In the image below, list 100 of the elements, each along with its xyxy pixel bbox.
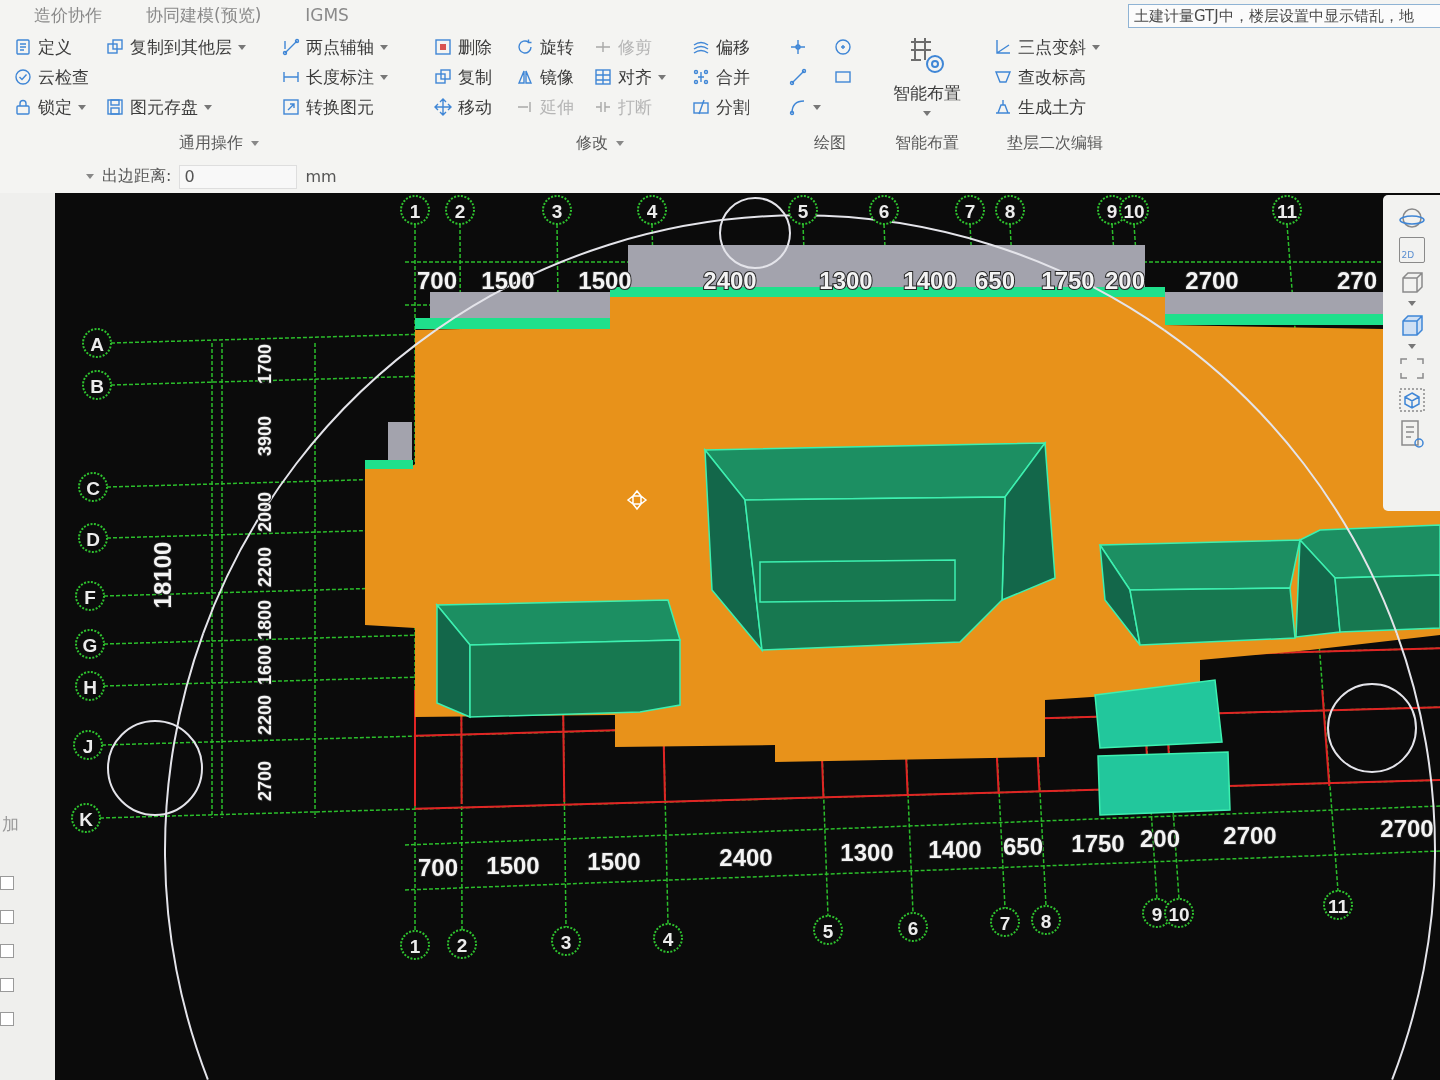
axis-bubble: A xyxy=(82,328,112,358)
axis-bubble: 3 xyxy=(551,926,581,956)
ribbon-button[interactable]: 转换图元 xyxy=(278,93,378,121)
group-label: 垫层二次编辑 xyxy=(1007,132,1103,154)
axis-bubble: K xyxy=(71,803,101,833)
document-icon xyxy=(14,38,32,56)
slab-edge xyxy=(365,460,413,469)
group-label: 绘图 xyxy=(814,132,846,154)
checkbox[interactable] xyxy=(0,876,14,890)
dimension-label: 650 xyxy=(975,267,1015,294)
orbit-icon[interactable] xyxy=(1397,205,1426,231)
checkbox[interactable] xyxy=(0,910,14,924)
dimension-label: 1700 xyxy=(255,344,275,384)
cube-frame-icon[interactable] xyxy=(1397,387,1426,413)
dimension-label: 1500 xyxy=(587,848,641,875)
ribbon-button[interactable]: 定义 xyxy=(10,33,76,61)
panel-label: 加 xyxy=(1,813,19,836)
dimension-label: 2200 xyxy=(255,547,275,587)
arc-icon xyxy=(789,98,807,116)
ribbon-button[interactable]: 偏移 xyxy=(688,33,754,61)
group-label: 通用操作 xyxy=(179,132,243,154)
dimension-label: 270 xyxy=(1337,267,1377,294)
save-icon xyxy=(106,98,124,116)
dimension-label: 200 xyxy=(1140,825,1180,852)
axis-bubble: 8 xyxy=(1031,905,1061,935)
checkbox[interactable] xyxy=(0,978,14,992)
crosshair-icon xyxy=(789,38,807,56)
dimension-label: 1600 xyxy=(255,645,275,685)
axis-bubble: H xyxy=(75,671,105,701)
dimension-label: 2400 xyxy=(703,267,757,294)
drawing-canvas[interactable] xyxy=(55,193,1440,1080)
rectangle-icon xyxy=(834,68,852,86)
dimension-label: 1300 xyxy=(819,267,873,294)
ribbon-button[interactable]: 删除 xyxy=(430,33,496,61)
search-field[interactable]: 土建计量GTJ中，楼层设置中显示错乱，地 xyxy=(1128,4,1440,28)
checkbox[interactable] xyxy=(0,1012,14,1026)
dimension-label: 2200 xyxy=(255,695,275,735)
grid-icon xyxy=(594,68,612,86)
dimension-label: 2400 xyxy=(719,844,773,871)
copy-icon xyxy=(106,38,124,56)
ribbon-button[interactable]: 云检查 xyxy=(10,63,93,91)
ribbon-button[interactable]: 旋转 xyxy=(512,33,578,61)
dimension-label: 700 xyxy=(418,854,458,881)
axis-bubble: 8 xyxy=(995,195,1025,225)
axis-bubble: 11 xyxy=(1272,195,1302,225)
dimension-label: 2700 xyxy=(1380,815,1434,842)
ribbon-button[interactable]: 长度标注 xyxy=(278,63,392,91)
ribbon-button[interactable]: 分割 xyxy=(688,93,754,121)
axis-bubble: 2 xyxy=(445,195,475,225)
axis-bubble: 4 xyxy=(653,923,683,953)
axis-bubble: 4 xyxy=(637,195,667,225)
ribbon-button[interactable]: 查改标高 xyxy=(990,63,1090,91)
ribbon-button[interactable]: 两点辅轴 xyxy=(278,33,392,61)
ribbon-button[interactable]: 图元存盘 xyxy=(102,93,216,121)
dimension-label: 18100 xyxy=(148,541,176,609)
axis-bubble: 1 xyxy=(400,930,430,960)
axis-bubble: 6 xyxy=(869,195,899,225)
line-icon xyxy=(789,68,807,86)
axis-bubble: B xyxy=(82,370,112,400)
axis-bubble: F xyxy=(75,581,105,611)
move-icon xyxy=(434,98,452,116)
copy-icon xyxy=(434,68,452,86)
axis-bubble: 6 xyxy=(898,912,928,942)
checkbox[interactable] xyxy=(0,944,14,958)
ribbon-button[interactable]: 移动 xyxy=(430,93,496,121)
dimension-label: 2700 xyxy=(255,761,275,801)
angle-icon xyxy=(994,38,1012,56)
slashed-box-icon xyxy=(692,98,710,116)
line-points-icon xyxy=(282,38,300,56)
ribbon-button[interactable]: 合并 xyxy=(688,63,754,91)
group-label: 修改 xyxy=(576,132,608,154)
lock-icon xyxy=(14,98,32,116)
dimension-label: 2000 xyxy=(255,492,275,532)
trapezoid-icon xyxy=(994,68,1012,86)
axis-bubble: C xyxy=(78,472,108,502)
group-label: 智能布置 xyxy=(894,132,959,154)
ribbon-button[interactable]: 复制到其他层 xyxy=(102,33,250,61)
circle-icon xyxy=(834,38,852,56)
fullscreen-icon[interactable] xyxy=(1397,355,1426,381)
axis-bubble: 1 xyxy=(400,195,430,225)
move-cursor-icon xyxy=(626,489,648,511)
dots-cross-icon xyxy=(692,68,710,86)
caret-icon xyxy=(1407,301,1416,306)
smart-layout-button[interactable]: 智能布置 xyxy=(886,32,967,126)
dimension-label: 1800 xyxy=(255,600,275,640)
ribbon-button[interactable]: 生成土方 xyxy=(990,93,1090,121)
ribbon-button[interactable]: 镜像 xyxy=(512,63,578,91)
axis-bubble: 7 xyxy=(990,907,1020,937)
ribbon-button[interactable]: 锁定 xyxy=(10,93,90,121)
dimension-label: 2700 xyxy=(1223,822,1277,849)
input-field[interactable]: 0 xyxy=(179,164,298,189)
cone-icon xyxy=(994,98,1012,116)
dimension-label: 700 xyxy=(417,267,457,294)
orbit-handle xyxy=(719,197,791,269)
option-label: 出边距离: xyxy=(102,166,172,187)
dimension-label: 1400 xyxy=(928,836,982,863)
ribbon-button[interactable]: 对齐 xyxy=(590,63,670,91)
caret-icon xyxy=(1407,344,1416,349)
ribbon-button[interactable]: 三点变斜 xyxy=(990,33,1104,61)
ribbon-button[interactable]: 复制 xyxy=(430,63,496,91)
